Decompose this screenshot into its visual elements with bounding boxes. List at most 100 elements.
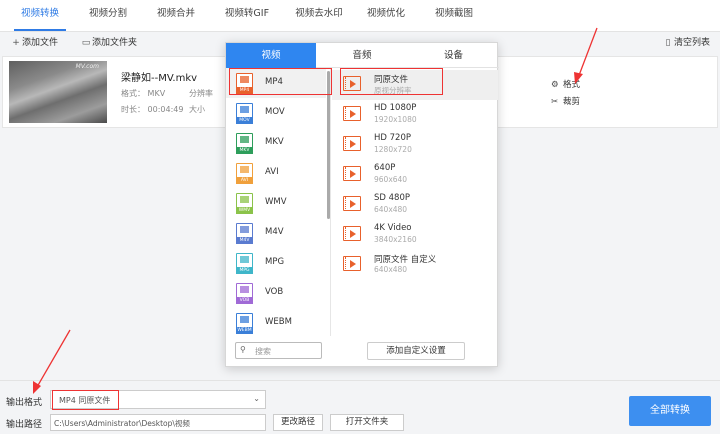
file-format: 格式： MKV <box>121 88 165 99</box>
cut-action-label: 裁剪 <box>563 97 581 107</box>
format-name: MPG <box>265 257 285 267</box>
add-folder-button[interactable]: ▭ 添加文件夹 <box>80 34 137 52</box>
add-file-button[interactable]: + 添加文件 <box>10 34 58 52</box>
output-path-value: C:\Users\Administrator\Desktop\视频 <box>54 419 190 428</box>
format-value: MKV <box>147 89 166 98</box>
tab-video-screenshot[interactable]: 视频截图 <box>428 0 480 31</box>
format-action-button[interactable]: ⚙ 格式 <box>551 78 580 90</box>
format-icon-label: WEBM <box>236 327 253 334</box>
top-tab-bar: 视频转换 视频分割 视频合并 视频转GIF 视频去水印 视频优化 视频截图 <box>0 0 720 32</box>
add-file-label: 添加文件 <box>22 38 59 48</box>
preset-resolution: 1920x1080 <box>374 115 417 124</box>
format-symbol <box>240 136 249 143</box>
arrow-to-output-format <box>36 329 71 388</box>
cut-action-button[interactable]: ✂ 裁剪 <box>551 95 580 107</box>
tab-video-optimize[interactable]: 视频优化 <box>360 0 412 31</box>
chevron-down-icon: ⌄ <box>253 394 260 403</box>
format-symbol <box>240 256 249 263</box>
format-symbol <box>240 106 249 113</box>
video-file-icon <box>343 166 361 181</box>
format-symbol <box>240 196 249 203</box>
format-name: M4V <box>265 227 284 237</box>
file-format-icon: MPG <box>236 253 253 274</box>
format-name: AVI <box>265 167 279 177</box>
output-path-field[interactable]: C:\Users\Administrator\Desktop\视频 <box>50 414 266 431</box>
format-item-webm[interactable]: WEBM WEBM <box>226 308 326 336</box>
preset-item[interactable]: HD 1080P 1920x1080 <box>332 100 498 130</box>
panel-tab-video[interactable]: 视频 <box>226 43 316 68</box>
change-path-button[interactable]: 更改路径 <box>273 414 323 431</box>
highlight-same-as-source <box>340 68 443 95</box>
file-size: 大小 <box>189 105 205 114</box>
format-name: WEBM <box>265 317 292 327</box>
file-format-icon: WMV <box>236 193 253 214</box>
search-icon: ⚲ <box>240 345 246 354</box>
preset-item[interactable]: 640P 960x640 <box>332 160 498 190</box>
open-folder-button[interactable]: 打开文件夹 <box>330 414 404 431</box>
preset-name: 640P <box>374 163 396 173</box>
file-format-icon: AVI <box>236 163 253 184</box>
preset-list: 同原文件 原视分辨率 HD 1080P 1920x1080 HD 720P 1280x72… <box>332 68 498 336</box>
format-icon-label: AVI <box>236 177 253 184</box>
format-item-mov[interactable]: MOV MOV <box>226 98 326 128</box>
panel-tab-audio[interactable]: 音频 <box>316 43 408 68</box>
preset-item[interactable]: HD 720P 1280x720 <box>332 130 498 160</box>
preset-name: 4K Video <box>374 223 412 233</box>
folder-icon: ▭ <box>81 38 91 48</box>
panel-tab-device[interactable]: 设备 <box>408 43 499 68</box>
format-symbol <box>240 226 249 233</box>
format-name: MKV <box>265 137 284 147</box>
panel-tabs: 视频 音频 设备 <box>226 43 499 68</box>
format-name: VOB <box>265 287 284 297</box>
format-label: 格式： <box>121 89 145 98</box>
file-duration: 时长： 00:04:49 <box>121 104 183 115</box>
convert-all-button[interactable]: 全部转换 <box>629 396 711 426</box>
file-format-icon: MKV <box>236 133 253 154</box>
tab-video-split[interactable]: 视频分割 <box>82 0 134 31</box>
format-name: MOV <box>265 107 285 117</box>
format-list: MP4 MP4 MOV MOV MKV MKV AVI AVI WMV WMV M4V M4V MPG M… <box>226 68 331 336</box>
tab-video-merge[interactable]: 视频合并 <box>150 0 202 31</box>
trash-icon: ▯ <box>665 38 671 48</box>
tab-video-convert[interactable]: 视频转换 <box>14 0 66 31</box>
format-icon-label: WMV <box>236 207 253 214</box>
search-placeholder: 搜索 <box>255 347 271 356</box>
highlight-mp4 <box>229 68 332 95</box>
file-format-icon: MOV <box>236 103 253 124</box>
format-icon-label: MPG <box>236 267 253 274</box>
add-folder-label: 添加文件夹 <box>92 38 138 48</box>
tab-video-to-gif[interactable]: 视频转GIF <box>218 0 276 31</box>
duration-value: 00:04:49 <box>147 105 184 114</box>
preset-resolution: 640x480 <box>374 265 408 274</box>
preset-item[interactable]: SD 480P 640x480 <box>332 190 498 220</box>
duration-label: 时长： <box>121 105 145 114</box>
format-item-wmv[interactable]: WMV WMV <box>226 188 326 218</box>
file-format-icon: M4V <box>236 223 253 244</box>
format-search-input[interactable]: ⚲ 搜索 <box>235 342 322 359</box>
format-symbol <box>240 166 249 173</box>
preset-resolution: 3840x2160 <box>374 235 417 244</box>
format-item-mkv[interactable]: MKV MKV <box>226 128 326 158</box>
plus-icon: + <box>12 38 20 48</box>
preset-resolution: 960x640 <box>374 175 408 184</box>
thumbnail-watermark: MV.com <box>75 63 99 70</box>
format-symbol <box>240 316 249 323</box>
format-action-label: 格式 <box>563 80 581 90</box>
tab-remove-watermark[interactable]: 视频去水印 <box>288 0 350 31</box>
file-format-icon: VOB <box>236 283 253 304</box>
video-file-icon <box>343 136 361 151</box>
format-icon-label: MOV <box>236 117 253 124</box>
gear-icon: ⚙ <box>551 80 559 90</box>
preset-item[interactable]: 4K Video 3840x2160 <box>332 220 498 250</box>
format-item-avi[interactable]: AVI AVI <box>226 158 326 188</box>
output-path-label: 输出路径 <box>6 420 43 430</box>
format-item-mpg[interactable]: MPG MPG <box>226 248 326 278</box>
format-item-vob[interactable]: VOB VOB <box>226 278 326 308</box>
preset-item[interactable]: 同原文件 自定义 640x480 <box>332 250 498 280</box>
preset-resolution: 640x480 <box>374 205 408 214</box>
video-file-icon <box>343 196 361 211</box>
add-custom-setting-button[interactable]: 添加自定义设置 <box>367 342 465 360</box>
clear-list-button[interactable]: ▯ 清空列表 <box>662 34 711 52</box>
format-item-m4v[interactable]: M4V M4V <box>226 218 326 248</box>
output-format-label: 输出格式 <box>6 398 43 408</box>
